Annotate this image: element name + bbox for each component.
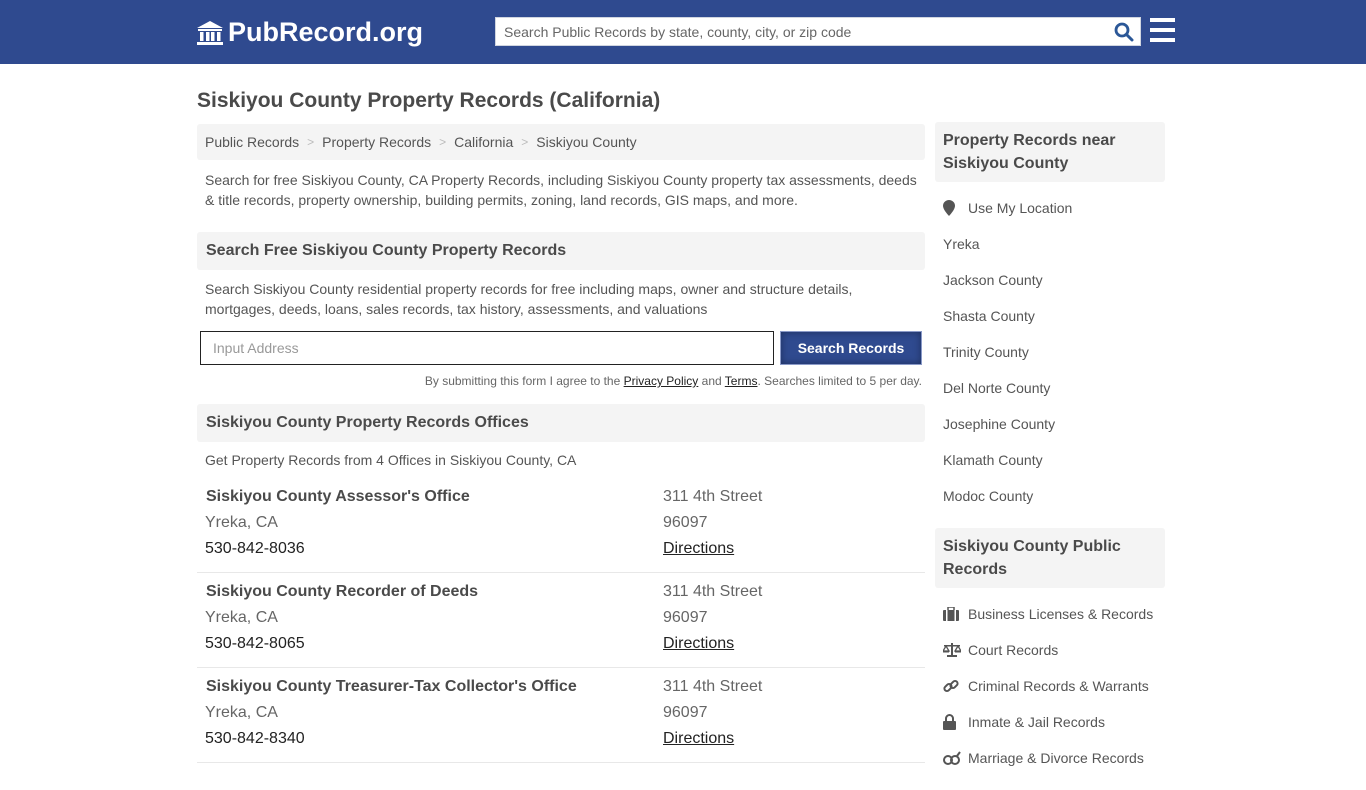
terms-link[interactable]: Terms [725,374,758,388]
breadcrumb-current: Siskiyou County [536,134,637,150]
public-record-label: Business Licenses & Records [968,606,1154,622]
office-phone[interactable]: 530-842-8065 [205,631,663,657]
public-record-inmate-jail[interactable]: Inmate & Jail Records [935,704,1165,740]
office-directions-link[interactable]: Directions [663,730,734,747]
privacy-policy-link[interactable]: Privacy Policy [624,374,699,388]
breadcrumb-separator: > [521,135,529,149]
office-city: Yreka, CA [205,609,278,626]
briefcase-icon [943,607,968,621]
nearby-item-yreka[interactable]: Yreka [935,226,1165,262]
site-header: PubRecord.org [0,0,1366,64]
disclaimer-text: . Searches limited to 5 per day. [757,374,922,388]
search-section-description: Search Siskiyou County residential prope… [205,281,853,317]
office-name: Siskiyou County Treasurer-Tax Collector'… [206,678,577,695]
lock-icon [943,714,968,730]
nearby-item-josephine-county[interactable]: Josephine County [935,406,1165,442]
office-item: Siskiyou County Assessor's Office Yreka,… [197,478,925,573]
public-records-heading: Siskiyou County Public Records [935,528,1165,588]
disclaimer-text: By submitting this form I agree to the [424,374,624,388]
balance-scale-icon [943,643,968,657]
courthouse-icon [197,20,223,45]
hamburger-menu-icon[interactable] [1150,18,1175,42]
office-directions-link[interactable]: Directions [663,540,734,557]
address-search-form: Search Records [197,331,925,365]
office-city: Yreka, CA [205,514,278,531]
site-search [495,17,1141,46]
nearby-item-jackson-county[interactable]: Jackson County [935,262,1165,298]
marriage-icon [943,751,968,765]
nearby-item-shasta-county[interactable]: Shasta County [935,298,1165,334]
office-phone[interactable]: 530-842-8036 [205,536,663,562]
map-marker-icon [943,200,968,216]
office-zip: 96097 [663,514,708,531]
public-record-business-licenses[interactable]: Business Licenses & Records [935,596,1165,632]
office-item: Siskiyou County Treasurer-Tax Collector'… [197,668,925,763]
site-search-input[interactable] [496,18,1096,45]
breadcrumb-public-records[interactable]: Public Records [205,134,299,150]
office-name: Siskiyou County Recorder of Deeds [206,583,479,600]
public-records-list: Business Licenses & Records Court Record… [935,588,1165,790]
use-my-location-link[interactable]: Use My Location [935,190,1165,226]
nearby-item-del-norte-county[interactable]: Del Norte County [935,370,1165,406]
logo-text: PubRecord.org [228,17,424,47]
site-logo[interactable]: PubRecord.org [196,17,423,48]
form-disclaimer: By submitting this form I agree to the P… [197,374,925,404]
office-name: Siskiyou County Assessor's Office [206,488,470,505]
nearby-item-trinity-county[interactable]: Trinity County [935,334,1165,370]
office-directions-link[interactable]: Directions [663,635,734,652]
nearby-item-modoc-county[interactable]: Modoc County [935,478,1165,514]
public-record-label: Criminal Records & Warrants [968,678,1149,694]
office-zip: 96097 [663,704,708,721]
office-street: 311 4th Street [663,678,763,695]
main-content: Siskiyou County Property Records (Califo… [197,64,925,763]
nearby-heading: Property Records near Siskiyou County [935,122,1165,182]
nearby-item-klamath-county[interactable]: Klamath County [935,442,1165,478]
public-record-criminal-records[interactable]: Criminal Records & Warrants [935,668,1165,704]
breadcrumb-property-records[interactable]: Property Records [322,134,431,150]
public-record-marriage-divorce[interactable]: Marriage & Divorce Records [935,740,1165,776]
page-title: Siskiyou County Property Records (Califo… [197,89,661,112]
link-icon [943,678,968,694]
breadcrumb-separator: > [307,135,315,149]
disclaimer-text: and [698,374,725,388]
sidebar: Property Records near Siskiyou County Us… [935,122,1165,790]
office-item: Siskiyou County Recorder of Deeds Yreka,… [197,573,925,668]
offices-section-description: Get Property Records from 4 Offices in S… [205,452,577,468]
offices-section-heading: Siskiyou County Property Records Offices [197,404,925,442]
use-my-location-label: Use My Location [968,200,1073,216]
public-record-label: Inmate & Jail Records [968,714,1105,730]
public-record-label: Marriage & Divorce Records [968,750,1144,766]
search-icon[interactable] [1114,22,1134,47]
office-street: 311 4th Street [663,488,763,505]
nearby-list: Use My Location Yreka Jackson County Sha… [935,182,1165,528]
breadcrumb: Public Records > Property Records > Cali… [197,124,925,160]
public-record-court-records[interactable]: Court Records [935,632,1165,668]
intro-text: Search for free Siskiyou County, CA Prop… [205,172,917,208]
search-section-heading: Search Free Siskiyou County Property Rec… [197,232,925,270]
breadcrumb-california[interactable]: California [454,134,513,150]
office-zip: 96097 [663,609,708,626]
office-phone[interactable]: 530-842-8340 [205,726,663,752]
address-input[interactable] [200,331,774,365]
public-record-label: Court Records [968,642,1059,658]
breadcrumb-separator: > [439,135,447,149]
office-street: 311 4th Street [663,583,763,600]
search-records-button[interactable]: Search Records [780,331,922,365]
office-city: Yreka, CA [205,704,278,721]
